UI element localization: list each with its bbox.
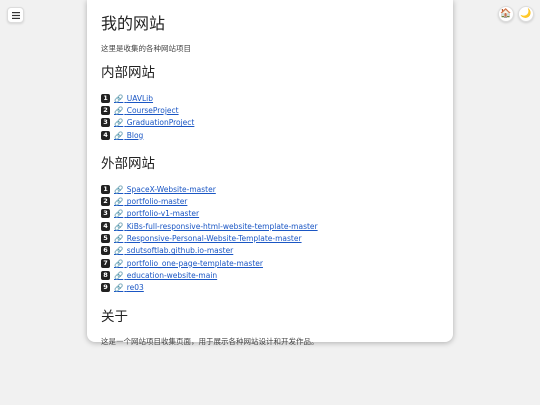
internal-link-blog[interactable]: 🔗 Blog xyxy=(114,131,143,140)
home-icon: 🏠 xyxy=(500,8,512,19)
number-badge: 9 xyxy=(101,283,110,293)
number-badge: 2 xyxy=(101,197,110,207)
link-label: Responsive-Personal-Website-Template-mas… xyxy=(126,234,302,244)
internal-heading: 内部网站 xyxy=(101,65,155,81)
list-item: 6 🔗 sdutsoftlab.github.io-master xyxy=(101,245,439,257)
link-label: re03 xyxy=(126,283,144,293)
about-text: 这是一个网站项目收集页面，用于展示各种网站设计和开发作品。 xyxy=(101,336,319,346)
external-link-spacex[interactable]: 🔗 SpaceX-Website-master xyxy=(114,185,216,194)
link-icon: 🔗 xyxy=(114,234,124,244)
internal-link-uavlib[interactable]: 🔗 UAVLib xyxy=(114,94,153,103)
link-icon: 🔗 xyxy=(114,209,124,219)
link-icon: 🔗 xyxy=(114,270,124,280)
list-item: 3 🔗 portfolio-v1-master xyxy=(101,208,439,220)
moon-icon: 🌙 xyxy=(520,8,532,19)
menu-button[interactable] xyxy=(7,7,24,23)
link-label: portfolio-master xyxy=(126,197,188,207)
link-label: UAVLib xyxy=(126,93,154,103)
link-icon: 🔗 xyxy=(114,246,124,256)
list-item: 4 🔗 Blog xyxy=(101,129,439,141)
external-link-re03[interactable]: 🔗 re03 xyxy=(114,283,144,292)
list-item: 3 🔗 GraduationProject xyxy=(101,117,439,129)
list-item: 8 🔗 education-website-main xyxy=(101,269,439,281)
number-badge: 8 xyxy=(101,270,110,280)
internal-link-graduationproject[interactable]: 🔗 GraduationProject xyxy=(114,118,194,127)
link-label: Blog xyxy=(126,130,144,140)
external-link-portfolio[interactable]: 🔗 portfolio-master xyxy=(114,197,187,206)
link-label: portfolio-v1-master xyxy=(126,209,200,219)
link-icon: 🔗 xyxy=(114,93,124,103)
number-badge: 4 xyxy=(101,221,110,231)
number-badge: 3 xyxy=(101,118,110,128)
list-item: 4 🔗 KiBs-full-responsive-html-website-te… xyxy=(101,220,439,232)
content-card: 我的网站 这里是收集的各种网站项目 内部网站 1 🔗 UAVLib 2 🔗 Co… xyxy=(87,0,453,346)
number-badge: 2 xyxy=(101,105,110,115)
list-item: 5 🔗 Responsive-Personal-Website-Template… xyxy=(101,232,439,244)
internal-link-list: 1 🔗 UAVLib 2 🔗 CourseProject 3 🔗 Graduat… xyxy=(101,92,439,141)
link-icon: 🔗 xyxy=(114,197,124,207)
list-item: 9 🔗 re03 xyxy=(101,282,439,294)
link-icon: 🔗 xyxy=(114,105,124,115)
link-label: CourseProject xyxy=(126,105,179,115)
page-subtitle: 这里是收集的各种网站项目 xyxy=(101,44,191,53)
top-right-controls: 🏠 🌙 xyxy=(498,6,534,22)
link-label: KiBs-full-responsive-html-website-templa… xyxy=(126,221,318,231)
number-badge: 7 xyxy=(101,258,110,268)
list-item: 7 🔗 portfolio_one-page-template-master xyxy=(101,257,439,269)
external-link-responsive-personal[interactable]: 🔗 Responsive-Personal-Website-Template-m… xyxy=(114,234,302,243)
list-item: 1 🔗 SpaceX-Website-master xyxy=(101,183,439,195)
external-link-portfolio-v1[interactable]: 🔗 portfolio-v1-master xyxy=(114,209,199,218)
about-heading: 关于 xyxy=(101,308,128,325)
link-icon: 🔗 xyxy=(114,283,124,293)
link-icon: 🔗 xyxy=(114,221,124,231)
number-badge: 1 xyxy=(101,93,110,103)
link-label: GraduationProject xyxy=(126,118,195,128)
link-icon: 🔗 xyxy=(114,258,124,268)
number-badge: 1 xyxy=(101,184,110,194)
list-item: 1 🔗 UAVLib xyxy=(101,92,439,104)
link-label: education-website-main xyxy=(126,270,218,280)
number-badge: 5 xyxy=(101,234,110,244)
number-badge: 3 xyxy=(101,209,110,219)
link-label: sdutsoftlab.github.io-master xyxy=(126,246,234,256)
page-title: 我的网站 xyxy=(101,14,166,33)
external-link-portfolio-one-page[interactable]: 🔗 portfolio_one-page-template-master xyxy=(114,259,263,268)
list-item: 2 🔗 CourseProject xyxy=(101,104,439,116)
link-label: portfolio_one-page-template-master xyxy=(126,258,263,268)
link-icon: 🔗 xyxy=(114,130,124,140)
number-badge: 6 xyxy=(101,246,110,256)
list-item: 2 🔗 portfolio-master xyxy=(101,195,439,207)
link-icon: 🔗 xyxy=(114,184,124,194)
link-icon: 🔗 xyxy=(114,118,124,128)
hamburger-icon xyxy=(11,11,20,19)
external-link-education-website[interactable]: 🔗 education-website-main xyxy=(114,271,217,280)
theme-toggle-button[interactable]: 🌙 xyxy=(518,6,534,22)
number-badge: 4 xyxy=(101,130,110,140)
home-button[interactable]: 🏠 xyxy=(498,6,514,22)
external-link-sdutsoftlab[interactable]: 🔗 sdutsoftlab.github.io-master xyxy=(114,246,233,255)
link-label: SpaceX-Website-master xyxy=(126,184,216,194)
internal-link-courseproject[interactable]: 🔗 CourseProject xyxy=(114,106,179,115)
external-link-kibs[interactable]: 🔗 KiBs-full-responsive-html-website-temp… xyxy=(114,222,318,231)
external-heading: 外部网站 xyxy=(101,156,155,173)
external-link-list: 1 🔗 SpaceX-Website-master 2 🔗 portfolio-… xyxy=(101,183,439,294)
